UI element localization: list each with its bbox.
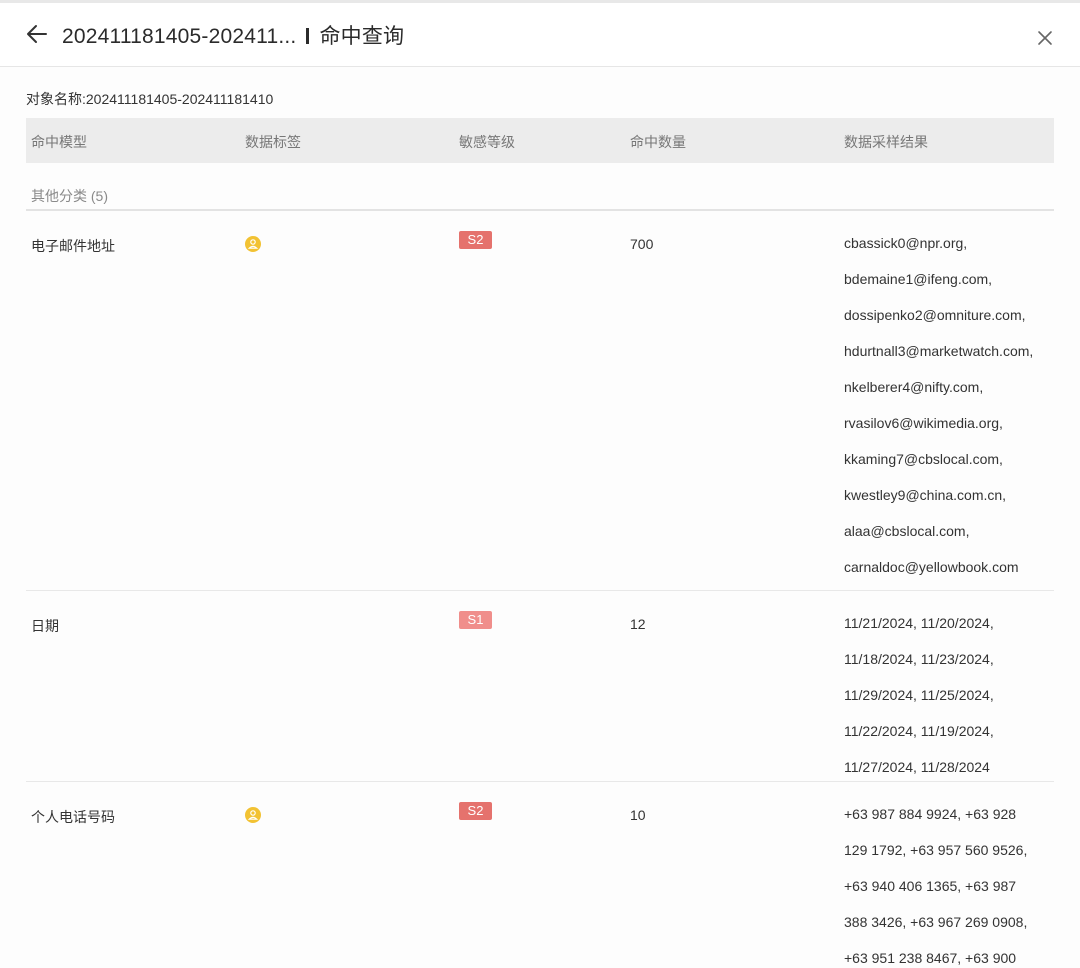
sample-value: +63 940 406 1365, +63 987	[844, 878, 1017, 894]
model-name: 电子邮件地址	[31, 238, 115, 254]
column-header-samples: 数据采样结果	[844, 134, 928, 150]
sensitivity-level-badge: S1	[459, 611, 492, 629]
model-name: 个人电话号码	[31, 809, 115, 825]
page-subtitle: 命中查询	[319, 25, 405, 48]
data-tag-person-icon[interactable]	[245, 807, 261, 823]
object-name-label: 对象名称:202411181405-202411181410	[26, 91, 274, 107]
sample-value: rvasilov6@wikimedia.org,	[844, 415, 1003, 431]
sensitivity-level-badge: S2	[459, 802, 492, 820]
sample-value: 11/18/2024, 11/23/2024,	[844, 651, 994, 667]
title-separator	[306, 28, 310, 44]
sample-value: 388 3426, +63 967 269 0908,	[844, 914, 1028, 930]
sensitivity-level-badge: S2	[459, 231, 492, 249]
hit-count: 700	[630, 236, 654, 252]
sample-value: alaa@cbslocal.com,	[844, 523, 970, 539]
page-title: 202411181405-202411... 命中查询	[62, 20, 404, 50]
sample-value: hdurtnall3@marketwatch.com,	[844, 343, 1034, 359]
sample-results: +63 987 884 9924, +63 928 129 1792, +63 9…	[844, 806, 1027, 968]
column-header-level: 敏感等级	[459, 134, 515, 150]
sample-value: 11/21/2024, 11/20/2024,	[844, 615, 994, 631]
sample-value: nkelberer4@nifty.com,	[844, 379, 984, 395]
column-header-model: 命中模型	[31, 134, 87, 150]
category-group-row: 其他分类 (5)	[26, 170, 1054, 211]
category-group-label: 其他分类 (5)	[31, 188, 108, 204]
table-row: 电子邮件地址 S2 700 cbassick0@npr.org, bdemaine1@i…	[26, 211, 1054, 591]
hit-count: 10	[630, 807, 646, 823]
sample-value: dossipenko2@omniture.com,	[844, 307, 1026, 323]
sample-results: cbassick0@npr.org, bdemaine1@ifeng.com, do…	[844, 235, 1033, 595]
sample-results: 11/21/2024, 11/20/2024, 11/18/2024, 11/23…	[844, 615, 994, 795]
sample-value: kwestley9@china.com.cn,	[844, 487, 1007, 503]
table-row: 个人电话号码 S2 10 +63 987 884 9924, +63 928 129 1…	[26, 782, 1054, 968]
sample-value: 11/22/2024, 11/19/2024,	[844, 723, 994, 739]
table-header: 命中模型 数据标签 敏感等级 命中数量 数据采样结果	[26, 118, 1054, 163]
column-header-tag: 数据标签	[245, 134, 301, 150]
sample-value: 129 1792, +63 957 560 9526,	[844, 842, 1028, 858]
sample-value: +63 987 884 9924, +63 928	[844, 806, 1017, 822]
sample-value: cbassick0@npr.org,	[844, 235, 968, 251]
sample-value: bdemaine1@ifeng.com,	[844, 271, 993, 287]
close-icon[interactable]	[1034, 27, 1056, 49]
sample-value: 11/29/2024, 11/25/2024,	[844, 687, 994, 703]
sample-value: carnaldoc@yellowbook.com	[844, 559, 1019, 575]
data-tag-person-icon[interactable]	[245, 236, 261, 252]
table-row: 日期 S1 12 11/21/2024, 11/20/2024, 11/18/2024,…	[26, 591, 1054, 782]
header-bar: 202411181405-202411... 命中查询	[0, 3, 1080, 67]
hit-count: 12	[630, 616, 646, 632]
object-title: 202411181405-202411...	[62, 25, 297, 48]
sample-value: kkaming7@cbslocal.com,	[844, 451, 1003, 467]
sample-value: +63 951 238 8467, +63 900	[844, 950, 1017, 966]
column-header-count: 命中数量	[630, 134, 686, 150]
back-arrow-icon[interactable]	[24, 21, 50, 47]
model-name: 日期	[31, 618, 59, 634]
